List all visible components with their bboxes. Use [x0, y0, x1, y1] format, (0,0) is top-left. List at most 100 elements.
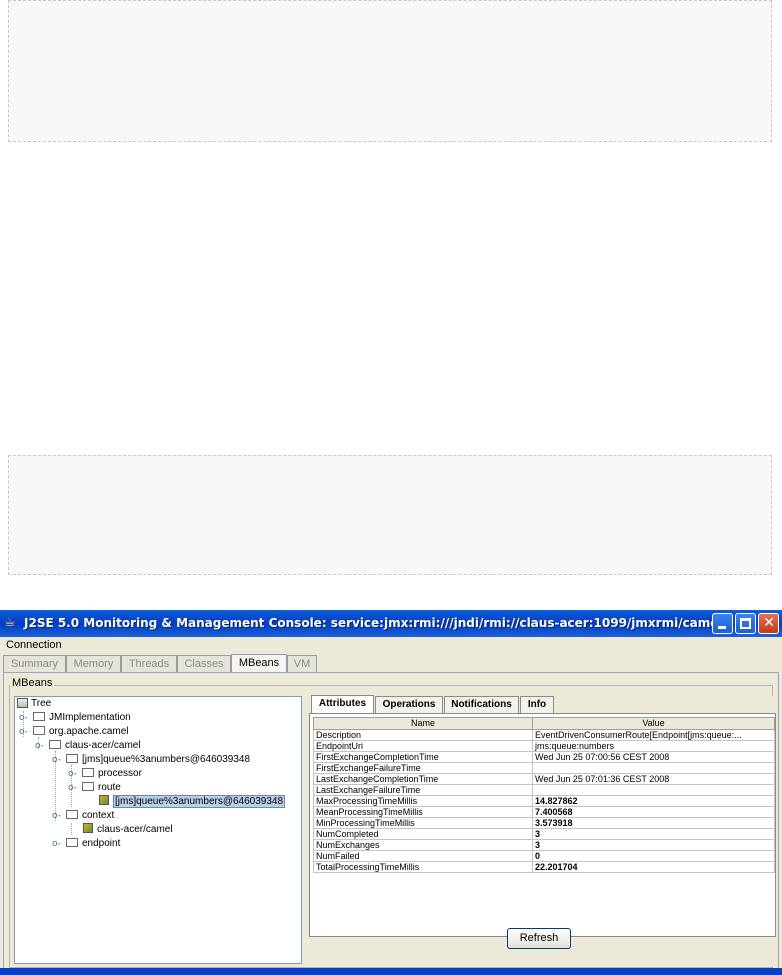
table-row[interactable]: TotalProcessingTimeMillis 22.201704 — [313, 861, 775, 873]
attr-name: NumFailed — [313, 850, 533, 862]
tree-node-route-bean-selected[interactable]: [jms]queue%3anumbers@646039348 — [99, 795, 286, 809]
collapse-handle-icon[interactable]: o- — [52, 811, 61, 821]
mbeans-content: MBeans Tree o- JMImplementation o- org.a… — [3, 672, 779, 972]
attr-name: FirstExchangeCompletionTime — [313, 751, 533, 763]
bottom-placeholder-box — [8, 455, 772, 575]
attr-name: Description — [313, 729, 533, 741]
tree-root[interactable]: Tree — [17, 697, 51, 711]
attr-value — [532, 784, 775, 796]
tab-info[interactable]: Info — [520, 696, 554, 713]
collapse-handle-icon[interactable]: o- — [68, 783, 77, 793]
title-bar[interactable]: ☕ J2SE 5.0 Monitoring & Management Conso… — [0, 610, 782, 637]
attr-value: jms:queue:numbers — [532, 740, 775, 752]
tab-operations[interactable]: Operations — [375, 696, 443, 713]
tree-node-context[interactable]: context — [66, 809, 114, 823]
tree-node-jms-queue[interactable]: [jms]queue%3anumbers@646039348 — [66, 753, 250, 767]
attr-value: 14.827862 — [532, 795, 775, 807]
column-header-name[interactable]: Name — [313, 717, 533, 730]
tab-vm[interactable]: VM — [287, 655, 317, 672]
attributes-table: Name Value Description EventDrivenConsume… — [313, 717, 775, 873]
attr-name: LastExchangeFailureTime — [313, 784, 533, 796]
mbean-detail-pane: Attributes Operations Notifications Info… — [309, 695, 778, 966]
attr-value: 3 — [532, 839, 775, 851]
jconsole-window: ☕ J2SE 5.0 Monitoring & Management Conso… — [0, 610, 782, 975]
java-cup-icon: ☕ — [4, 615, 16, 630]
table-row[interactable]: Description EventDrivenConsumerRoute[Endp… — [313, 729, 775, 741]
top-placeholder-box — [8, 0, 772, 142]
mbean-tree[interactable]: Tree o- JMImplementation o- org.apache.c… — [14, 696, 302, 964]
attr-value: 3 — [532, 828, 775, 840]
attr-name: TotalProcessingTimeMillis — [313, 861, 533, 873]
tree-node-context-bean[interactable]: claus-acer/camel — [83, 823, 173, 837]
attr-name: NumCompleted — [313, 828, 533, 840]
expand-handle-icon[interactable]: o- — [68, 769, 77, 779]
mbean-icon — [83, 823, 93, 834]
table-row[interactable]: EndpointUri jms:queue:numbers — [313, 740, 775, 752]
tree-icon — [17, 698, 28, 709]
tab-memory[interactable]: Memory — [66, 655, 121, 672]
table-row[interactable]: LastExchangeFailureTime — [313, 784, 775, 796]
mbean-icon — [99, 795, 109, 806]
folder-icon — [82, 767, 94, 777]
collapse-handle-icon[interactable]: o- — [35, 741, 44, 751]
attr-name: LastExchangeCompletionTime — [313, 773, 533, 785]
attr-value: 0 — [532, 850, 775, 862]
folder-icon — [66, 753, 78, 763]
tab-summary[interactable]: Summary — [3, 655, 66, 672]
attr-value: EventDrivenConsumerRoute[Endpoint[jms:qu… — [532, 729, 775, 741]
attr-value: 22.201704 — [532, 861, 775, 873]
folder-icon — [66, 809, 78, 819]
table-row[interactable]: LastExchangeCompletionTime Wed Jun 25 07:… — [313, 773, 775, 785]
maximize-button[interactable] — [735, 613, 756, 634]
attr-value: 3.573918 — [532, 817, 775, 829]
tree-node-processor[interactable]: processor — [82, 767, 142, 781]
menu-connection[interactable]: Connection — [6, 639, 62, 651]
table-row[interactable]: FirstExchangeFailureTime — [313, 762, 775, 774]
window-title: J2SE 5.0 Monitoring & Management Console… — [24, 616, 723, 630]
table-row[interactable]: NumExchanges 3 — [313, 839, 775, 851]
collapse-handle-icon[interactable]: o- — [52, 755, 61, 765]
folder-icon — [49, 739, 61, 749]
attr-name: NumExchanges — [313, 839, 533, 851]
folder-icon — [82, 781, 94, 791]
table-row[interactable]: FirstExchangeCompletionTime Wed Jun 25 07… — [313, 751, 775, 763]
tab-notifications[interactable]: Notifications — [444, 696, 519, 713]
folder-icon — [33, 725, 45, 735]
collapse-handle-icon[interactable]: o- — [19, 727, 28, 737]
attr-name: EndpointUri — [313, 740, 533, 752]
attr-name: FirstExchangeFailureTime — [313, 762, 533, 774]
attr-value: 7.400568 — [532, 806, 775, 818]
tab-mbeans[interactable]: MBeans — [231, 654, 287, 673]
tab-attributes[interactable]: Attributes — [311, 695, 374, 713]
tree-node-org-apache-camel[interactable]: org.apache.camel — [33, 725, 129, 739]
attr-name: MinProcessingTimeMillis — [313, 817, 533, 829]
attributes-panel: Name Value Description EventDrivenConsume… — [309, 713, 776, 937]
table-row[interactable]: NumFailed 0 — [313, 850, 775, 862]
column-header-value[interactable]: Value — [532, 717, 775, 730]
folder-icon — [33, 711, 45, 721]
expand-handle-icon[interactable]: o- — [52, 839, 61, 849]
tree-node-endpoint[interactable]: endpoint — [66, 837, 120, 851]
table-row[interactable]: MaxProcessingTimeMillis 14.827862 — [313, 795, 775, 807]
attr-name: MaxProcessingTimeMillis — [313, 795, 533, 807]
minimize-button[interactable] — [712, 613, 733, 634]
close-button[interactable]: ✕ — [758, 613, 779, 634]
refresh-button[interactable]: Refresh — [507, 928, 571, 949]
attr-value: Wed Jun 25 07:00:56 CEST 2008 — [532, 751, 775, 763]
table-row[interactable]: MinProcessingTimeMillis 3.573918 — [313, 817, 775, 829]
menu-bar: Connection — [0, 637, 782, 655]
folder-icon — [66, 837, 78, 847]
tree-node-claus-acer-camel[interactable]: claus-acer/camel — [49, 739, 141, 753]
expand-handle-icon[interactable]: o- — [19, 713, 28, 723]
tab-classes[interactable]: Classes — [177, 655, 231, 672]
attr-value — [532, 762, 775, 774]
table-row[interactable]: MeanProcessingTimeMillis 7.400568 — [313, 806, 775, 818]
table-row[interactable]: NumCompleted 3 — [313, 828, 775, 840]
attr-value: Wed Jun 25 07:01:36 CEST 2008 — [532, 773, 775, 785]
attr-name: MeanProcessingTimeMillis — [313, 806, 533, 818]
tree-node-jmimplementation[interactable]: JMImplementation — [33, 711, 131, 725]
tree-node-route[interactable]: route — [82, 781, 121, 795]
mbeans-panel-label: MBeans — [10, 677, 55, 689]
tab-threads[interactable]: Threads — [121, 655, 177, 672]
window-bottom-border — [0, 968, 782, 975]
